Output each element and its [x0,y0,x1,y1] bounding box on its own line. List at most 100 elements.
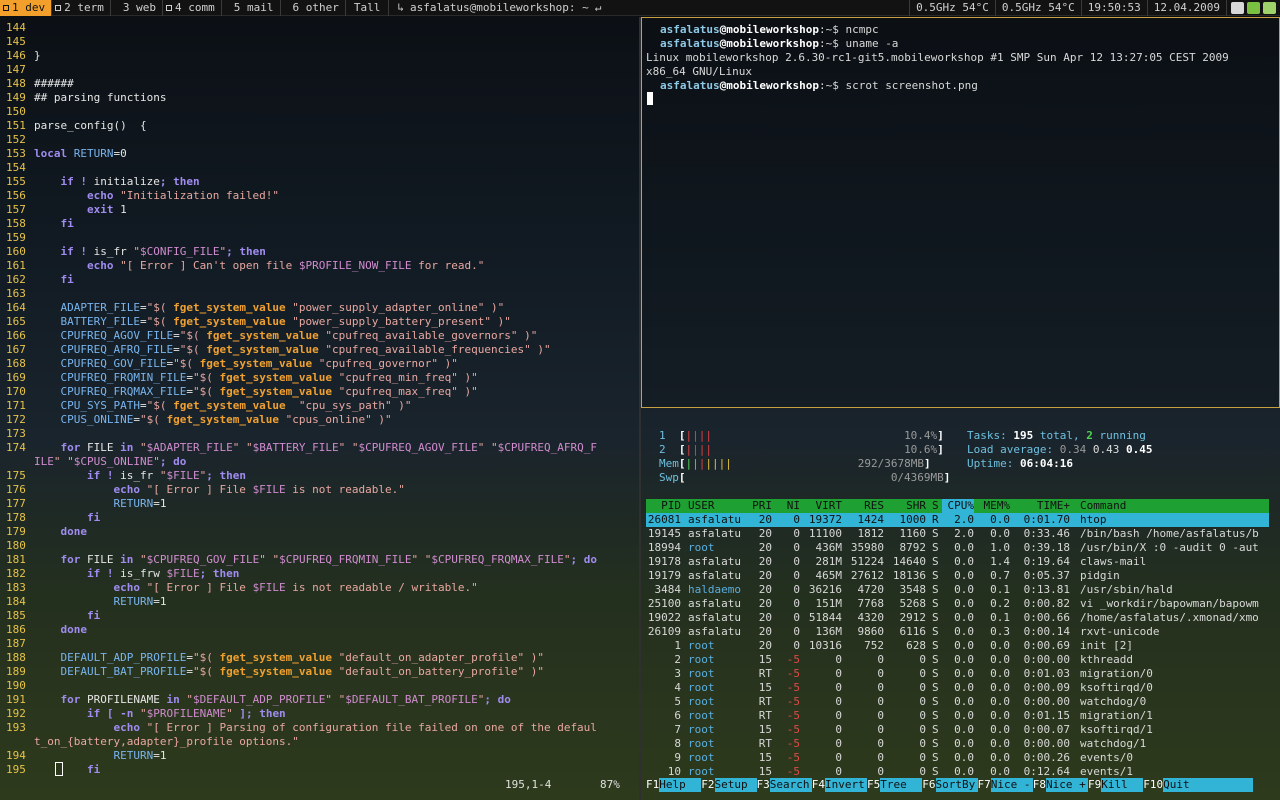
vim-line[interactable]: 152 [0,133,639,147]
vim-line[interactable]: 164 ADAPTER_FILE="$( fget_system_value "… [0,301,639,315]
vim-line[interactable]: 183 echo "[ Error ] File $FILE is not re… [0,581,639,595]
vim-line[interactable]: 172 CPUS_ONLINE="$( fget_system_value "c… [0,413,639,427]
vim-line[interactable]: 154 [0,161,639,175]
process-table-header[interactable]: PID USER PRI NI VIRT RES SHR S CPU% MEM% TIME+ Comm… [646,499,1269,513]
vim-line[interactable]: 169 CPUFREQ_FRQMIN_FILE="$( fget_system_… [0,371,639,385]
fkey-label-search[interactable]: Search [769,778,812,792]
vim-line[interactable]: 165 BATTERY_FILE="$( fget_system_value "… [0,315,639,329]
column-header-mem[interactable]: MEM% [976,499,1011,513]
vim-line[interactable]: t_on_{battery,adapter}_profile options." [0,735,639,749]
vim-line[interactable]: 193 echo "[ Error ] Parsing of configura… [0,721,639,735]
vim-line[interactable]: 156 echo "Initialization failed!" [0,189,639,203]
fkey-label-invert[interactable]: Invert [825,778,867,792]
vim-line[interactable]: 175 if ! is_fr "$FILE"; then [0,469,639,483]
workspace-5[interactable]: 5 mail [222,0,281,16]
vim-line[interactable]: 190 [0,679,639,693]
fkey-label-nice[interactable]: Nice + [1046,778,1088,792]
column-header-s[interactable]: S [932,499,942,513]
fkey-label-kill[interactable]: Kill [1101,778,1144,792]
process-row[interactable]: 1 root 20 0 10316 752 628 S 0.0 0.0 0:00.69 init [2… [646,639,1269,653]
vim-line[interactable]: 178 fi [0,511,639,525]
vim-line[interactable]: 155 if ! initialize; then [0,175,639,189]
fkey-label-sortby[interactable]: SortBy [935,778,978,792]
fkey-f7[interactable]: F7 [978,778,991,792]
column-header-cpu[interactable]: CPU% [942,499,974,513]
vim-line[interactable]: 163 [0,287,639,301]
layout-indicator[interactable]: Tall [346,0,390,16]
fkey-label-setup[interactable]: Setup [714,778,757,792]
process-row[interactable]: 18994 root 20 0 436M 35980 8792 S 0.0 1.0 0:39.18 /… [646,541,1269,555]
column-header-user[interactable]: USER [688,499,748,513]
network-icon[interactable] [1247,1,1260,14]
function-key-bar[interactable]: F1 Help F2 Setup F3 Search F4 Invert F5 Tree F6 Sor… [646,778,1269,792]
process-row[interactable]: 25100 asfalatu 20 0 151M 7768 5268 S 0.0 0.2 0:00.… [646,597,1269,611]
process-row[interactable]: 26109 asfalatu 20 0 136M 9860 6116 S 0.0 0.3 0:00.… [646,625,1269,639]
vim-line[interactable]: 167 CPUFREQ_AFRQ_FILE="$( fget_system_va… [0,343,639,357]
fkey-f8[interactable]: F8 [1033,778,1046,792]
fkey-f9[interactable]: F9 [1088,778,1101,792]
vim-line[interactable]: 146} [0,49,639,63]
process-row[interactable]: 7 root 15 -5 0 0 0 S 0.0 0.0 0:00.07 ksoftirqd/1 [646,723,1269,737]
vim-line[interactable]: 180 [0,539,639,553]
workspace-6[interactable]: 6 other [281,0,346,16]
vim-line[interactable]: 145 [0,35,639,49]
process-row[interactable]: 10 root 15 -5 0 0 0 S 0.0 0.0 0:12.64 events/1 [646,765,1269,779]
column-header-res[interactable]: RES [842,499,884,513]
vim-line[interactable]: 188 DEFAULT_ADP_PROFILE="$( fget_system_… [0,651,639,665]
vim-line[interactable]: 159 [0,231,639,245]
column-header-ni[interactable]: NI [774,499,800,513]
fkey-f1[interactable]: F1 [646,778,659,792]
workspace-3[interactable]: 3 web [111,0,163,16]
workspace-1[interactable]: 1 dev [0,0,53,16]
column-header-pri[interactable]: PRI [746,499,772,513]
fkey-label-tree[interactable]: Tree [880,778,923,792]
fkey-f3[interactable]: F3 [757,778,770,792]
process-row[interactable]: 6 root RT -5 0 0 0 S 0.0 0.0 0:01.15 migration/1 [646,709,1269,723]
vim-line[interactable]: 176 echo "[ Error ] File $FILE is not re… [0,483,639,497]
process-row[interactable]: 4 root 15 -5 0 0 0 S 0.0 0.0 0:00.09 ksoftirqd/0 [646,681,1269,695]
process-row[interactable]: 3 root RT -5 0 0 0 S 0.0 0.0 0:01.03 migration/0 [646,667,1269,681]
terminal-pane[interactable]: asfalatus@mobileworkshop:~$ ncmpc asfala… [641,17,1280,408]
vim-line[interactable]: 179 done [0,525,639,539]
vim-line[interactable]: 171 CPU_SYS_PATH="$( fget_system_value "… [0,399,639,413]
column-header-shr[interactable]: SHR [884,499,926,513]
vim-line[interactable]: 162 fi [0,273,639,287]
process-row[interactable]: 19145 asfalatu 20 0 11100 1812 1160 S 2.0 0.0 0:33… [646,527,1269,541]
vim-line[interactable]: 166 CPUFREQ_AGOV_FILE="$( fget_system_va… [0,329,639,343]
vim-line[interactable]: 150 [0,105,639,119]
process-row[interactable]: 19178 asfalatu 20 0 281M 51224 14640 S 0.0 1.4 0:1… [646,555,1269,569]
vim-line[interactable]: 186 done [0,623,639,637]
process-row[interactable]: 2 root 15 -5 0 0 0 S 0.0 0.0 0:00.00 kthreadd [646,653,1269,667]
fkey-label-help[interactable]: Help [659,778,702,792]
vim-line[interactable]: 149 ## parsing functions [0,91,639,105]
vim-line[interactable]: 194 RETURN=1 [0,749,639,763]
workspace-4[interactable]: 4 comm [163,0,222,16]
workspace-2[interactable]: 2 term [52,0,111,16]
fkey-f6[interactable]: F6 [922,778,935,792]
column-header-virt[interactable]: VIRT [800,499,843,513]
fkey-f4[interactable]: F4 [812,778,825,792]
vim-line[interactable]: 195 fi [0,763,639,777]
fkey-label-nice[interactable]: Nice - [990,778,1033,792]
vim-line[interactable]: 187 [0,637,639,651]
battery-icon[interactable] [1263,1,1276,14]
vim-line[interactable]: 192 if [ -n "$PROFILENAME" ]; then [0,707,639,721]
vim-line[interactable]: 161 echo "[ Error ] Can't open file $PRO… [0,259,639,273]
process-row[interactable]: 3484 haldaemo 20 0 36216 4720 3548 S 0.0 0.1 0:13.… [646,583,1269,597]
mail-icon[interactable] [1231,1,1244,14]
vim-line[interactable]: 160 if ! is_fr "$CONFIG_FILE"; then [0,245,639,259]
process-row[interactable]: 26081 asfalatu 20 0 19372 1424 1000 R 2.0 0.0 0:01… [646,513,1269,527]
column-header-command[interactable]: Command [1080,499,1270,513]
fkey-f10[interactable]: F10 [1143,778,1163,792]
vim-line[interactable]: 168 CPUFREQ_GOV_FILE="$( fget_system_val… [0,357,639,371]
vim-line[interactable]: 173 [0,427,639,441]
vim-line[interactable]: 182 if ! is_frw $FILE; then [0,567,639,581]
vim-line[interactable]: 177 RETURN=1 [0,497,639,511]
fkey-f5[interactable]: F5 [867,778,880,792]
vim-line[interactable]: 184 RETURN=1 [0,595,639,609]
vim-line[interactable]: 153 local RETURN=0 [0,147,639,161]
vim-line[interactable]: 181 for FILE in "$CPUFREQ_GOV_FILE" "$CP… [0,553,639,567]
vim-line[interactable]: 158 fi [0,217,639,231]
htop-pane[interactable]: 1 [|||| 10.4%] 2 [|||| 10.6%] Mem[||||||… [641,410,1280,800]
vim-line[interactable]: 147 [0,63,639,77]
